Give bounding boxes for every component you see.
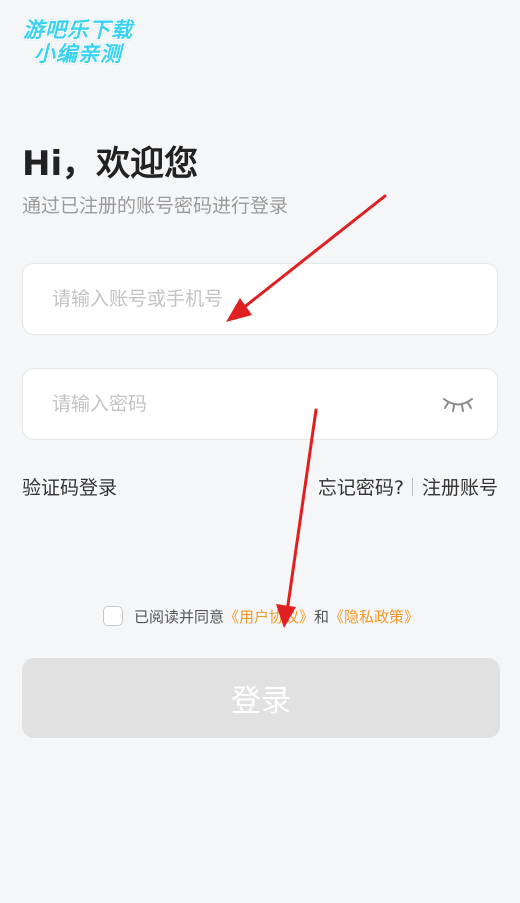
login-button[interactable]: 登录 [22,658,500,738]
page-title: Hi，欢迎您 [22,144,199,184]
forgot-password-link[interactable]: 忘记密码? [318,477,404,499]
agreement-prefix: 已阅读并同意 [134,607,225,626]
account-input[interactable] [52,264,432,334]
account-field[interactable] [22,263,498,335]
password-field[interactable] [22,368,498,440]
register-link[interactable]: 注册账号 [422,477,498,499]
link-divider [411,478,413,496]
password-input[interactable] [52,369,432,439]
eye-closed-icon[interactable] [441,393,475,415]
account-links: 忘记密码? 注册账号 [318,473,498,500]
agreement-checkbox[interactable] [103,606,123,626]
watermark-logo: 游吧乐下载 小编亲测 [8,10,148,72]
agreement-and: 和 [314,607,330,626]
agreement-row: 已阅读并同意 《用户协议》 和 《隐私政策》 [103,603,419,629]
arrow-icon [276,408,318,628]
privacy-policy-link[interactable]: 《隐私政策》 [329,606,419,627]
user-agreement-link[interactable]: 《用户协议》 [224,606,314,627]
sms-login-link[interactable]: 验证码登录 [22,473,117,500]
watermark-line-2: 小编亲测 [34,42,122,66]
page-subtitle: 通过已注册的账号密码进行登录 [22,195,289,217]
